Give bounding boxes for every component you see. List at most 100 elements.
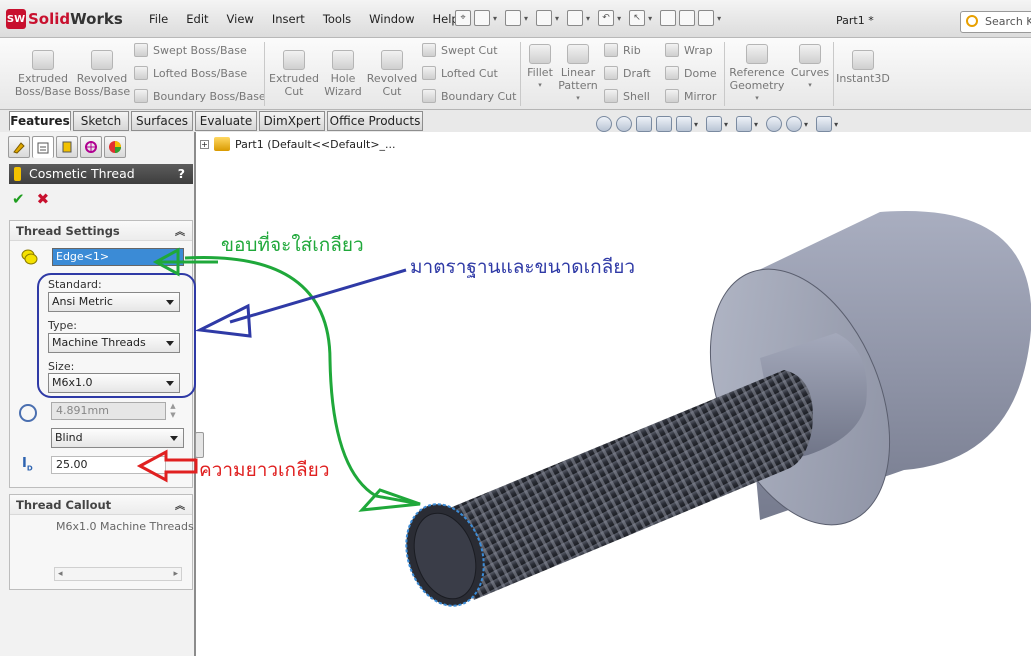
fillet-button[interactable]: Fillet ▾: [524, 44, 556, 92]
swept-boss-button[interactable]: Swept Boss/Base: [134, 43, 247, 57]
revolved-boss-button[interactable]: Revolved Boss/Base: [73, 50, 131, 98]
apply-scene-icon[interactable]: [786, 116, 803, 132]
edit-appearance-icon[interactable]: [766, 116, 783, 132]
undo-icon[interactable]: ↶: [598, 10, 615, 26]
select-arrow-icon[interactable]: ↖: [629, 10, 646, 26]
thread-callout-text[interactable]: M6x1.0 Machine Threads: [56, 520, 194, 533]
lofted-cut-icon: [422, 66, 436, 80]
part-tree-root[interactable]: Part1 (Default<<Default>_...: [235, 138, 396, 151]
pin-menu-icon[interactable]: ⌖: [455, 10, 471, 26]
boundary-boss-icon: [134, 89, 148, 103]
instant3d-button[interactable]: Instant3D: [836, 50, 890, 85]
tab-features[interactable]: Features: [9, 111, 71, 131]
configurationmanager-tab-icon[interactable]: [56, 136, 78, 158]
open-dropdown-icon[interactable]: ▾: [524, 14, 528, 23]
thread-end-edge: [405, 503, 485, 607]
thread-callout-header[interactable]: Thread Callout ︽: [10, 495, 192, 515]
linear-pattern-icon: [567, 44, 589, 64]
rebuild-icon[interactable]: [660, 10, 677, 26]
menu-file[interactable]: File: [140, 6, 177, 32]
edge-selection-field[interactable]: Edge<1>: [52, 248, 184, 266]
file-properties-icon[interactable]: [679, 10, 696, 26]
tab-surfaces[interactable]: Surfaces: [131, 111, 193, 131]
view-settings-icon[interactable]: [816, 116, 833, 132]
cancel-button[interactable]: ✖: [37, 190, 50, 208]
thread-settings-header[interactable]: Thread Settings ︽: [10, 221, 192, 241]
dome-button[interactable]: Dome: [665, 66, 717, 80]
new-dropdown-icon[interactable]: ▾: [493, 14, 497, 23]
print-dropdown-icon[interactable]: ▾: [586, 14, 590, 23]
expand-tree-icon[interactable]: +: [200, 139, 209, 149]
ok-button[interactable]: ✔: [12, 190, 25, 208]
new-document-icon[interactable]: [474, 10, 490, 26]
depth-field[interactable]: 25.00: [51, 456, 166, 474]
end-condition-select[interactable]: Blind: [51, 428, 184, 448]
menu-insert[interactable]: Insert: [263, 6, 314, 32]
menu-view[interactable]: View: [218, 6, 263, 32]
hole-wizard-button[interactable]: Hole Wizard: [316, 50, 370, 98]
print-icon[interactable]: [567, 10, 584, 26]
tab-evaluate[interactable]: Evaluate: [195, 111, 257, 131]
lofted-boss-button[interactable]: Lofted Boss/Base: [134, 66, 247, 80]
featuremanager-tab-icon[interactable]: [8, 136, 30, 158]
mirror-button[interactable]: Mirror: [665, 89, 716, 103]
diameter-field[interactable]: 4.891mm: [51, 402, 166, 420]
tab-dimxpert[interactable]: DimXpert: [259, 111, 325, 131]
boundary-cut-button[interactable]: Boundary Cut: [422, 89, 516, 103]
revolved-cut-button[interactable]: Revolved Cut: [364, 50, 420, 98]
menu-window[interactable]: Window: [360, 6, 423, 32]
revolved-boss-icon: [91, 50, 113, 70]
scroll-left-icon[interactable]: ◂: [58, 569, 63, 579]
linear-pattern-button[interactable]: Linear Pattern ▾: [558, 44, 598, 105]
cosmetic-thread-icon: [14, 167, 21, 181]
propertymanager-tab-icon[interactable]: [32, 136, 54, 158]
curves-icon: [799, 44, 821, 64]
rib-button[interactable]: Rib: [604, 43, 641, 57]
shell-icon: [604, 89, 618, 103]
reference-geometry-icon: [746, 44, 768, 64]
dimxpertmanager-tab-icon[interactable]: [80, 136, 102, 158]
collapse-chevron-icon[interactable]: ︽: [175, 223, 185, 243]
section-view-icon[interactable]: [656, 116, 672, 132]
displaymanager-tab-icon[interactable]: [104, 136, 126, 158]
select-dropdown-icon[interactable]: ▾: [648, 14, 652, 23]
screw-head-face: [709, 268, 891, 526]
save-icon[interactable]: [536, 10, 553, 26]
standard-annotation-arrowhead: [194, 303, 252, 338]
undo-dropdown-icon[interactable]: ▾: [617, 14, 621, 23]
tab-sketch[interactable]: Sketch: [73, 111, 129, 131]
swept-cut-button[interactable]: Swept Cut: [422, 43, 498, 57]
zoom-to-area-icon[interactable]: [616, 116, 632, 132]
extruded-cut-button[interactable]: Extruded Cut: [266, 50, 322, 98]
save-dropdown-icon[interactable]: ▾: [555, 14, 559, 23]
help-button[interactable]: ?: [178, 164, 185, 184]
wrap-button[interactable]: Wrap: [665, 43, 713, 57]
ok-cancel-bar: ✔ ✖: [12, 190, 49, 208]
shell-button[interactable]: Shell: [604, 89, 650, 103]
display-style-icon[interactable]: [706, 116, 723, 132]
extruded-cut-icon: [283, 50, 305, 70]
options-dropdown-icon[interactable]: ▾: [717, 14, 721, 23]
open-document-icon[interactable]: [505, 10, 522, 26]
options-icon[interactable]: [698, 10, 715, 26]
part-icon: [214, 137, 230, 151]
menu-tools[interactable]: Tools: [314, 6, 360, 32]
reference-geometry-button[interactable]: Reference Geometry ▾: [728, 44, 786, 105]
search-input[interactable]: Search K: [960, 11, 1031, 33]
hide-show-items-icon[interactable]: [736, 116, 753, 132]
app-logo[interactable]: SW SolidWorks: [6, 9, 123, 29]
boundary-boss-button[interactable]: Boundary Boss/Base: [134, 89, 266, 103]
diameter-spinner[interactable]: ▲ ▼: [166, 402, 180, 420]
tab-office-products[interactable]: Office Products: [327, 111, 423, 131]
collapse-chevron-icon[interactable]: ︽: [175, 497, 185, 517]
menu-edit[interactable]: Edit: [177, 6, 217, 32]
lofted-cut-button[interactable]: Lofted Cut: [422, 66, 498, 80]
extruded-boss-button[interactable]: Extruded Boss/Base: [14, 50, 72, 98]
curves-button[interactable]: Curves ▾: [788, 44, 832, 92]
callout-horizontal-scrollbar[interactable]: ◂ ▸: [54, 567, 182, 581]
view-orientation-icon[interactable]: [676, 116, 692, 132]
draft-button[interactable]: Draft: [604, 66, 651, 80]
previous-view-icon[interactable]: [636, 116, 652, 132]
scroll-right-icon[interactable]: ▸: [173, 569, 178, 579]
zoom-to-fit-icon[interactable]: [596, 116, 612, 132]
